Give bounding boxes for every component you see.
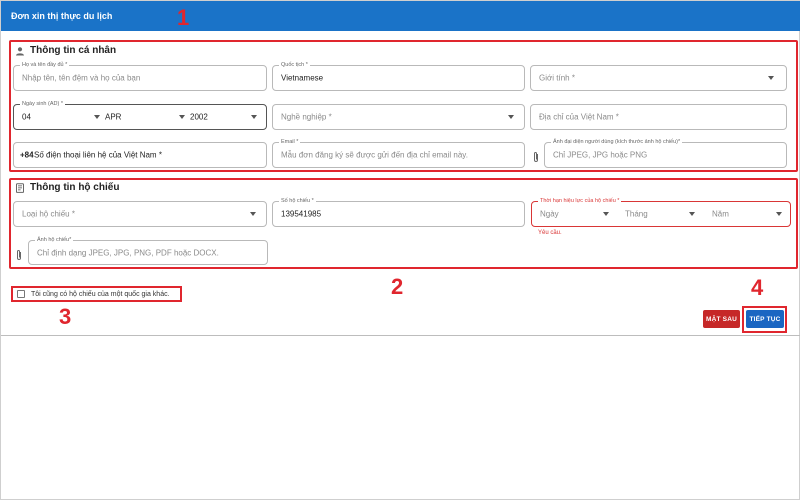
date-of-birth-field[interactable]: Ngày sinh (AD) * 04 APR 2002 <box>13 100 267 130</box>
chevron-down-icon[interactable] <box>94 115 100 119</box>
back-button[interactable]: MẶT SAU <box>703 310 740 328</box>
chevron-down-icon[interactable] <box>179 115 185 119</box>
email-label: Email * <box>279 138 301 146</box>
full-name-placeholder: Nhập tên, tên đệm và họ của bạn <box>22 73 141 83</box>
other-passport-option[interactable]: Tôi cũng có hộ chiếu của một quốc gia kh… <box>11 286 182 302</box>
personal-info-title: Thông tin cá nhân <box>30 45 117 56</box>
expiry-day[interactable]: Ngày <box>540 210 559 219</box>
gender-placeholder: Giới tính * <box>539 73 575 83</box>
passport-image-placeholder: Chỉ định dạng JPEG, JPG, PNG, PDF hoặc D… <box>37 248 219 257</box>
address-placeholder: Địa chỉ của Việt Nam * <box>539 112 619 122</box>
chevron-down-icon[interactable] <box>603 212 609 216</box>
photo-label: Ảnh đại diện người dùng (kích thước ảnh … <box>551 138 683 146</box>
passport-type-select[interactable]: Loại hộ chiếu * <box>13 201 267 227</box>
passport-number-label: Số hộ chiếu * <box>279 197 316 205</box>
passport-expiry-label: Thời hạn hiệu lực của hộ chiếu * <box>538 197 622 205</box>
annotation-marker-2: 2 <box>391 274 404 299</box>
expiry-error-message: Yêu cầu. <box>538 230 562 236</box>
paperclip-icon[interactable] <box>532 150 540 162</box>
paperclip-icon[interactable] <box>15 248 23 260</box>
nationality-label: Quốc tịch * <box>279 61 310 69</box>
gender-select[interactable]: Giới tính * <box>530 65 787 91</box>
occupation-placeholder: Nghề nghiệp * <box>281 112 332 122</box>
nationality-value: Vietnamese <box>281 73 324 83</box>
nationality-field[interactable]: Quốc tịch * Vietnamese <box>272 61 525 91</box>
passport-number-value: 139541985 <box>281 209 322 219</box>
footer-divider <box>1 335 800 336</box>
passport-type-placeholder: Loại hộ chiếu * <box>22 209 75 219</box>
dob-label: Ngày sinh (AD) * <box>20 100 65 108</box>
annotation-marker-1: 1 <box>177 5 190 30</box>
passport-info-title: Thông tin hộ chiếu <box>30 182 120 193</box>
chevron-down-icon <box>250 212 256 216</box>
full-name-label: Họ và tên đầy đủ * <box>20 61 70 69</box>
chevron-down-icon[interactable] <box>689 212 695 216</box>
annotation-marker-3: 3 <box>59 304 72 329</box>
passport-icon <box>15 182 25 193</box>
passport-expiry-field[interactable]: Thời hạn hiệu lực của hộ chiếu * Ngày Th… <box>531 197 791 227</box>
photo-placeholder: Chỉ JPEG, JPG hoặc PNG <box>553 150 648 160</box>
passport-image-upload[interactable]: Ảnh hộ chiếu* Chỉ định dạng JPEG, JPG, P… <box>28 236 268 265</box>
user-photo-upload[interactable]: Ảnh đại diện người dùng (kích thước ảnh … <box>544 138 787 168</box>
user-icon <box>15 46 25 56</box>
passport-image-label: Ảnh hộ chiếu* <box>35 236 74 244</box>
email-field[interactable]: Email * Mẫu đơn đăng ký sẽ được gửi đến … <box>272 138 525 168</box>
other-passport-checkbox[interactable] <box>17 290 25 298</box>
annotation-marker-4: 4 <box>751 275 764 300</box>
chevron-down-icon[interactable] <box>776 212 782 216</box>
vietnam-address-field[interactable]: Địa chỉ của Việt Nam * <box>530 104 787 130</box>
expiry-month[interactable]: Tháng <box>625 210 648 219</box>
chevron-down-icon[interactable] <box>251 115 257 119</box>
page: Đơn xin thị thực du lịch 1 2 3 4 Thông t… <box>0 0 800 500</box>
dob-day-value[interactable]: 04 <box>22 113 31 122</box>
personal-info-heading: Thông tin cá nhân <box>15 45 116 56</box>
phone-prefix: +84 <box>20 150 34 160</box>
expiry-year[interactable]: Năm <box>712 210 729 219</box>
email-placeholder: Mẫu đơn đăng ký sẽ được gửi đến địa chỉ … <box>281 150 468 160</box>
phone-placeholder: Số điện thoại liên hệ của Việt Nam * <box>34 150 162 160</box>
chevron-down-icon <box>768 76 774 80</box>
app-header: Đơn xin thị thực du lịch <box>1 1 800 31</box>
full-name-field[interactable]: Họ và tên đầy đủ * Nhập tên, tên đệm và … <box>13 61 267 91</box>
dob-year-value[interactable]: 2002 <box>190 113 208 122</box>
occupation-select[interactable]: Nghề nghiệp * <box>272 104 525 130</box>
passport-number-field[interactable]: Số hộ chiếu * 139541985 <box>272 197 525 227</box>
page-title: Đơn xin thị thực du lịch <box>11 11 113 21</box>
continue-button[interactable]: TIẾP TỤC <box>746 310 784 328</box>
chevron-down-icon <box>508 115 514 119</box>
other-passport-label: Tôi cũng có hộ chiếu của một quốc gia kh… <box>31 290 170 298</box>
phone-field[interactable]: +84 Số điện thoại liên hệ của Việt Nam * <box>13 142 267 168</box>
dob-month-value[interactable]: APR <box>105 113 121 122</box>
passport-info-heading: Thông tin hộ chiếu <box>15 182 119 193</box>
